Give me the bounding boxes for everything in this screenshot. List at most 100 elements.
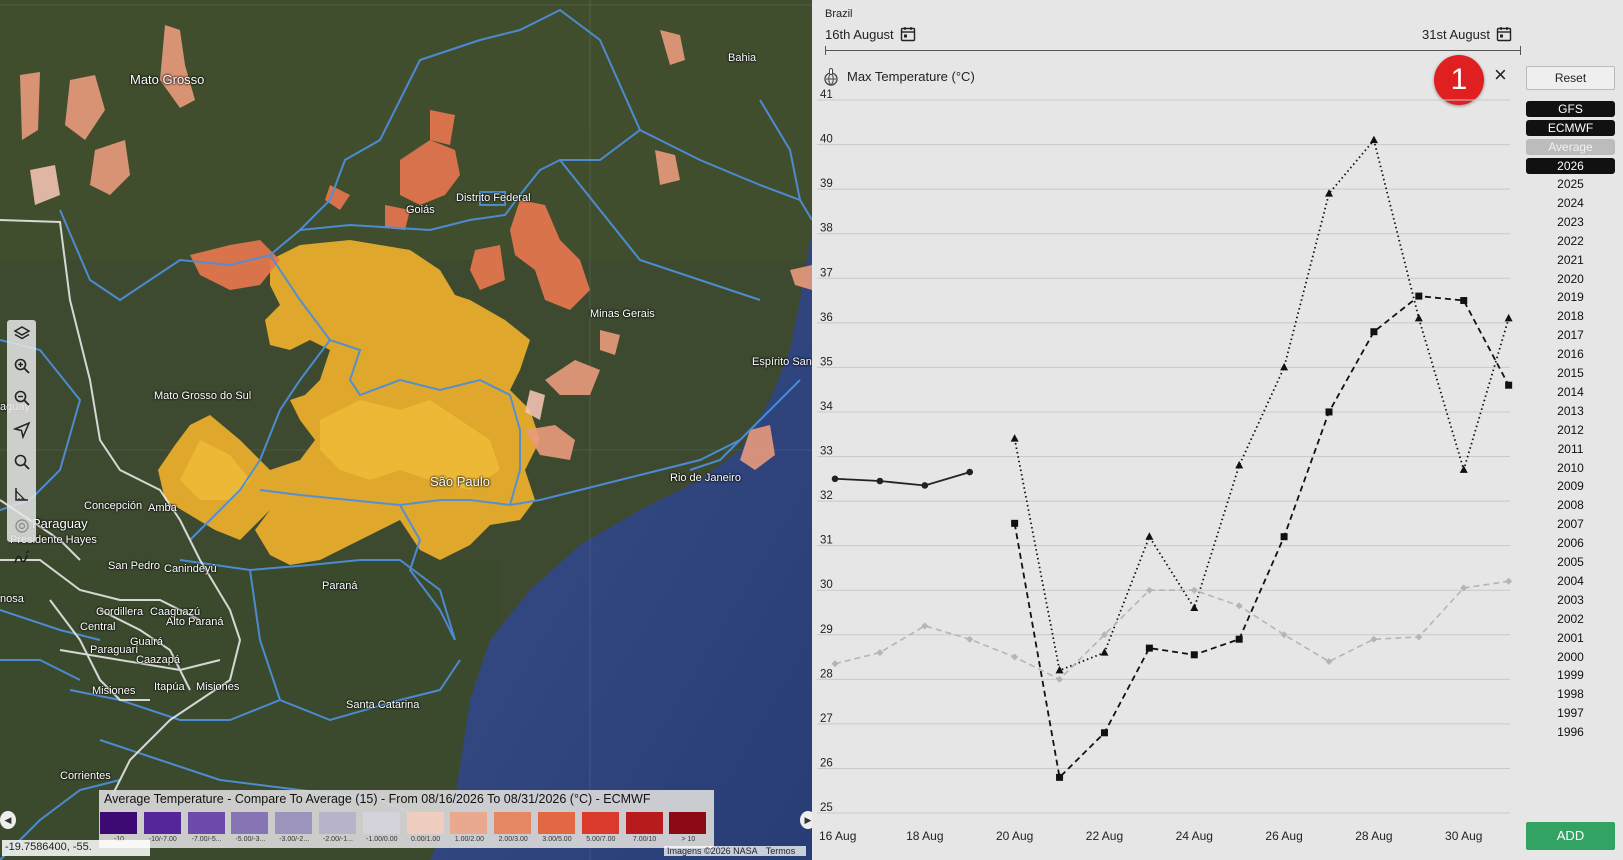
x-tick-label: 26 Aug xyxy=(1265,829,1302,843)
legend-swatch xyxy=(450,812,488,834)
year-option-2024[interactable]: 2024 xyxy=(1526,194,1615,212)
terms-link[interactable]: Termos xyxy=(766,846,796,856)
series-toggle-average[interactable]: Average xyxy=(1526,139,1615,155)
year-option-2008[interactable]: 2008 xyxy=(1526,496,1615,514)
year-option-2020[interactable]: 2020 xyxy=(1526,270,1615,288)
map-label: Mato Grosso do Sul xyxy=(154,390,252,402)
map-label: Concepción xyxy=(84,500,143,512)
map-label: Paraguay xyxy=(32,516,88,531)
y-tick-label: 39 xyxy=(820,178,833,190)
target-icon[interactable] xyxy=(7,517,36,544)
x-tick-label: 28 Aug xyxy=(1355,829,1392,843)
expand-panel-arrow[interactable]: ▶ xyxy=(800,811,812,829)
app-root: Mato Grosso Bahia Distrito Federal Goiás… xyxy=(0,0,1623,860)
zoom-out-icon[interactable] xyxy=(7,389,36,416)
search-icon[interactable] xyxy=(7,453,36,480)
year-option-2023[interactable]: 2023 xyxy=(1526,213,1615,231)
year-option-2012[interactable]: 2012 xyxy=(1526,421,1615,439)
data-point-gfs xyxy=(1280,362,1289,371)
x-tick-label: 24 Aug xyxy=(1176,829,1213,843)
series-toggle-gfs[interactable]: GFS xyxy=(1526,101,1615,117)
legend-title: Average Temperature - Compare To Average… xyxy=(104,792,651,806)
data-point-ecmwf xyxy=(1145,644,1153,652)
map-view[interactable]: Mato Grosso Bahia Distrito Federal Goiás… xyxy=(0,0,812,860)
year-option-1998[interactable]: 1998 xyxy=(1526,685,1615,703)
legend-swatch xyxy=(143,812,181,834)
year-option-2003[interactable]: 2003 xyxy=(1526,591,1615,609)
year-option-2021[interactable]: 2021 xyxy=(1526,251,1615,269)
layers-icon[interactable] xyxy=(7,325,36,352)
year-option-2005[interactable]: 2005 xyxy=(1526,553,1615,571)
legend-label: -2.00/-1... xyxy=(323,836,353,843)
chart-panel: Brazil 16th August 31st August Max Tempe… xyxy=(812,0,1623,860)
legend-label: 2.00/3.00 xyxy=(498,836,528,843)
year-option-2010[interactable]: 2010 xyxy=(1526,459,1615,477)
legend-swatch xyxy=(275,812,313,834)
year-option-2002[interactable]: 2002 xyxy=(1526,610,1615,628)
year-option-1997[interactable]: 1997 xyxy=(1526,704,1615,722)
data-point-average xyxy=(1011,653,1019,661)
legend-label: 7.00/10 xyxy=(632,836,657,843)
zoom-in-icon[interactable] xyxy=(7,357,36,384)
map-label: Goiás xyxy=(406,204,435,216)
year-option-2009[interactable]: 2009 xyxy=(1526,477,1615,495)
map-label: Distrito Federal xyxy=(456,192,531,204)
reset-button[interactable]: Reset xyxy=(1526,66,1615,90)
series-toggle-ecmwf[interactable]: ECMWF xyxy=(1526,120,1615,136)
year-option-2006[interactable]: 2006 xyxy=(1526,534,1615,552)
data-point-2026 xyxy=(876,477,884,485)
x-tick-label: 18 Aug xyxy=(906,829,943,843)
legend-label: 3.00/5.00 xyxy=(542,836,572,843)
year-option-2007[interactable]: 2007 xyxy=(1526,515,1615,533)
legend-label: 5.00/7.00 xyxy=(586,836,616,843)
year-option-1999[interactable]: 1999 xyxy=(1526,666,1615,684)
data-point-gfs xyxy=(1190,603,1199,612)
year-option-2018[interactable]: 2018 xyxy=(1526,307,1615,325)
x-tick-label: 30 Aug xyxy=(1445,829,1482,843)
draw-icon[interactable] xyxy=(7,549,36,576)
year-option-2022[interactable]: 2022 xyxy=(1526,232,1615,250)
navigate-icon[interactable] xyxy=(7,421,36,448)
collapse-left-arrow[interactable]: ◀ xyxy=(0,811,16,829)
y-tick-label: 29 xyxy=(820,624,833,636)
year-option-2014[interactable]: 2014 xyxy=(1526,383,1615,401)
year-option-2019[interactable]: 2019 xyxy=(1526,288,1615,306)
data-point-ecmwf xyxy=(1011,519,1019,527)
map-label: Rio de Janeiro xyxy=(670,472,741,484)
x-tick-label: 22 Aug xyxy=(1086,829,1123,843)
year-option-2011[interactable]: 2011 xyxy=(1526,440,1615,458)
y-tick-label: 30 xyxy=(820,579,833,591)
data-point-gfs xyxy=(1145,532,1154,540)
legend-swatch xyxy=(494,812,532,834)
legend-swatch xyxy=(581,812,619,834)
legend-label: -5.00/-3... xyxy=(235,836,266,843)
year-option-2015[interactable]: 2015 xyxy=(1526,364,1615,382)
legend-label: -7.00/-5... xyxy=(191,836,222,843)
series-toggle-2026[interactable]: 2026 xyxy=(1526,158,1615,174)
data-point-average xyxy=(966,635,974,643)
map-label: Minas Gerais xyxy=(590,308,655,320)
year-option-2017[interactable]: 2017 xyxy=(1526,326,1615,344)
data-point-ecmwf xyxy=(1325,408,1333,416)
y-tick-label: 35 xyxy=(820,356,833,368)
legend-label: -3.00/-2... xyxy=(279,836,310,843)
map-label: Cordillera xyxy=(96,606,144,618)
map-attribution: Imagens ©2026 NASA Termos xyxy=(664,846,807,856)
map-label: Corrientes xyxy=(60,770,111,782)
add-button[interactable]: ADD xyxy=(1526,822,1615,850)
data-point-average xyxy=(1190,586,1198,594)
year-option-2000[interactable]: 2000 xyxy=(1526,648,1615,666)
coordinate-readout: -19.7586400, -55. xyxy=(2,840,150,856)
legend-swatch xyxy=(362,812,400,834)
legend-swatch xyxy=(319,812,356,834)
year-option-2016[interactable]: 2016 xyxy=(1526,345,1615,363)
year-option-2025[interactable]: 2025 xyxy=(1526,175,1615,193)
map-label: Canindeyú xyxy=(164,563,217,575)
year-option-2001[interactable]: 2001 xyxy=(1526,629,1615,647)
measure-icon[interactable] xyxy=(7,485,36,512)
year-option-1996[interactable]: 1996 xyxy=(1526,723,1615,741)
year-option-2004[interactable]: 2004 xyxy=(1526,572,1615,590)
data-point-average xyxy=(831,660,839,668)
data-point-average xyxy=(921,622,929,630)
year-option-2013[interactable]: 2013 xyxy=(1526,402,1615,420)
